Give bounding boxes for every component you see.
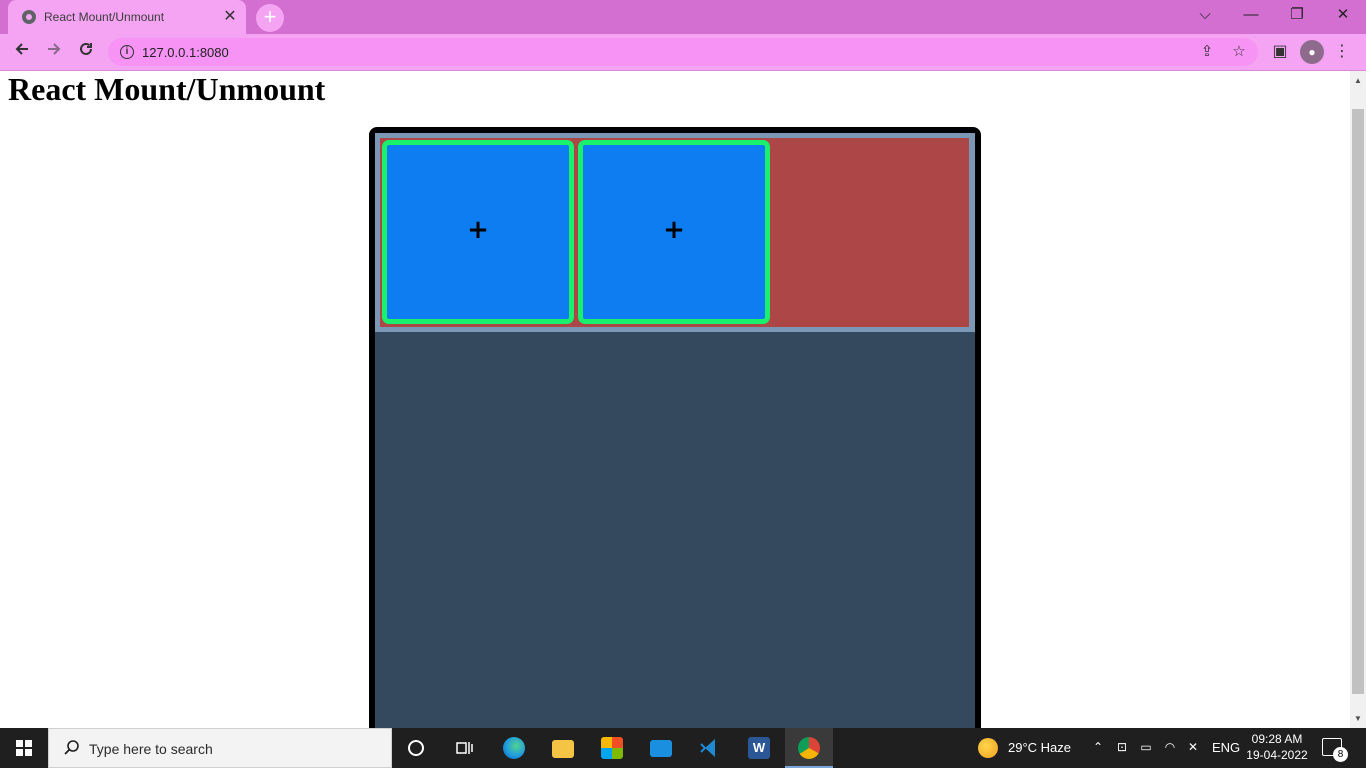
notification-count-badge: 8	[1333, 747, 1348, 762]
url-text[interactable]: 127.0.0.1:8080	[142, 45, 229, 60]
weather-icon[interactable]	[978, 738, 998, 758]
chrome-app[interactable]	[785, 728, 833, 768]
store-icon	[601, 737, 623, 759]
folder-icon	[552, 740, 574, 758]
weather-text[interactable]: 29°C Haze	[1008, 740, 1071, 755]
profile-avatar-icon[interactable]: ●	[1300, 40, 1324, 64]
start-button[interactable]	[0, 728, 48, 768]
meet-now-icon[interactable]: ⊡	[1114, 739, 1130, 755]
browser-tab[interactable]: React Mount/Unmount ✕	[8, 0, 246, 34]
minimize-button[interactable]: —	[1228, 0, 1274, 30]
address-bar[interactable]: i 127.0.0.1:8080 ⇪ ☆	[108, 38, 1258, 66]
card-add-2[interactable]: +	[578, 140, 770, 324]
file-explorer-app[interactable]	[539, 728, 587, 768]
search-icon	[64, 740, 79, 755]
page-title: React Mount/Unmount	[8, 71, 326, 107]
page-viewport: React Mount/Unmount + +	[0, 71, 1350, 728]
clock[interactable]: 09:28 AM 19-04-2022	[1242, 731, 1312, 763]
clock-date: 19-04-2022	[1246, 748, 1308, 762]
mail-icon	[650, 740, 672, 757]
card-row: + +	[375, 133, 975, 332]
cortana-circle-icon	[408, 740, 424, 756]
clock-time: 09:28 AM	[1251, 732, 1303, 746]
close-window-button[interactable]: ✕	[1320, 0, 1366, 30]
plus-icon: +	[467, 215, 489, 245]
word-icon: W	[748, 737, 770, 759]
cortana-button[interactable]	[392, 728, 440, 768]
microsoft-store-app[interactable]	[588, 728, 636, 768]
share-icon[interactable]: ⇪	[1198, 43, 1216, 61]
plus-icon: +	[663, 215, 685, 245]
browser-tab-bar: React Mount/Unmount ✕ + ⌵ — ❐ ✕	[0, 0, 1366, 34]
task-view-icon	[456, 742, 473, 754]
app-container: + +	[369, 127, 981, 728]
scroll-thumb[interactable]	[1352, 109, 1364, 694]
forward-button[interactable]	[40, 39, 68, 65]
edge-icon	[503, 737, 525, 759]
mail-app[interactable]	[637, 728, 685, 768]
bookmark-star-icon[interactable]: ☆	[1230, 43, 1248, 61]
globe-icon	[22, 10, 36, 24]
info-icon[interactable]: i	[120, 45, 134, 59]
reload-button[interactable]	[72, 39, 100, 65]
scroll-up-arrow-icon[interactable]: ▲	[1350, 73, 1366, 89]
more-menu-icon[interactable]: ⋮	[1330, 40, 1354, 64]
card-add-1[interactable]: +	[382, 140, 574, 324]
arrow-left-icon	[15, 43, 28, 55]
wifi-icon[interactable]: ◠	[1162, 739, 1178, 755]
back-button[interactable]	[8, 39, 36, 65]
restore-button[interactable]: ❐	[1274, 0, 1320, 30]
volume-muted-icon[interactable]: ✕	[1185, 739, 1201, 755]
page-scrollbar[interactable]: ▲ ▼	[1350, 71, 1366, 728]
word-app[interactable]: W	[735, 728, 783, 768]
tab-title: React Mount/Unmount	[44, 10, 165, 24]
browser-toolbar: i 127.0.0.1:8080 ⇪ ☆ ▣ ● ⋮	[0, 34, 1366, 71]
chrome-icon	[798, 737, 820, 759]
scroll-down-arrow-icon[interactable]: ▼	[1350, 711, 1366, 727]
tab-search-icon[interactable]: ⌵	[1182, 0, 1228, 30]
search-placeholder: Type here to search	[89, 741, 213, 757]
tab-close-icon[interactable]: ✕	[220, 7, 240, 27]
arrow-right-icon	[48, 43, 61, 55]
side-panel-icon[interactable]: ▣	[1268, 40, 1292, 64]
windows-taskbar: Type here to search W 29°C Haze ⌃ ⊡ ▭ ◠ …	[0, 728, 1366, 768]
app-panel: + +	[375, 133, 975, 728]
reload-icon	[80, 42, 92, 55]
new-tab-button[interactable]: +	[256, 4, 284, 32]
edge-app[interactable]	[490, 728, 538, 768]
language-indicator[interactable]: ENG	[1212, 740, 1240, 755]
battery-icon[interactable]: ▭	[1138, 739, 1154, 755]
vscode-icon	[700, 739, 715, 757]
vscode-app[interactable]	[686, 728, 734, 768]
card-row-inner: + +	[380, 138, 969, 327]
windows-logo-icon	[16, 740, 32, 756]
taskbar-search-box[interactable]: Type here to search	[48, 728, 392, 768]
task-view-button[interactable]	[440, 728, 488, 768]
chevron-up-icon[interactable]: ⌃	[1090, 739, 1106, 755]
